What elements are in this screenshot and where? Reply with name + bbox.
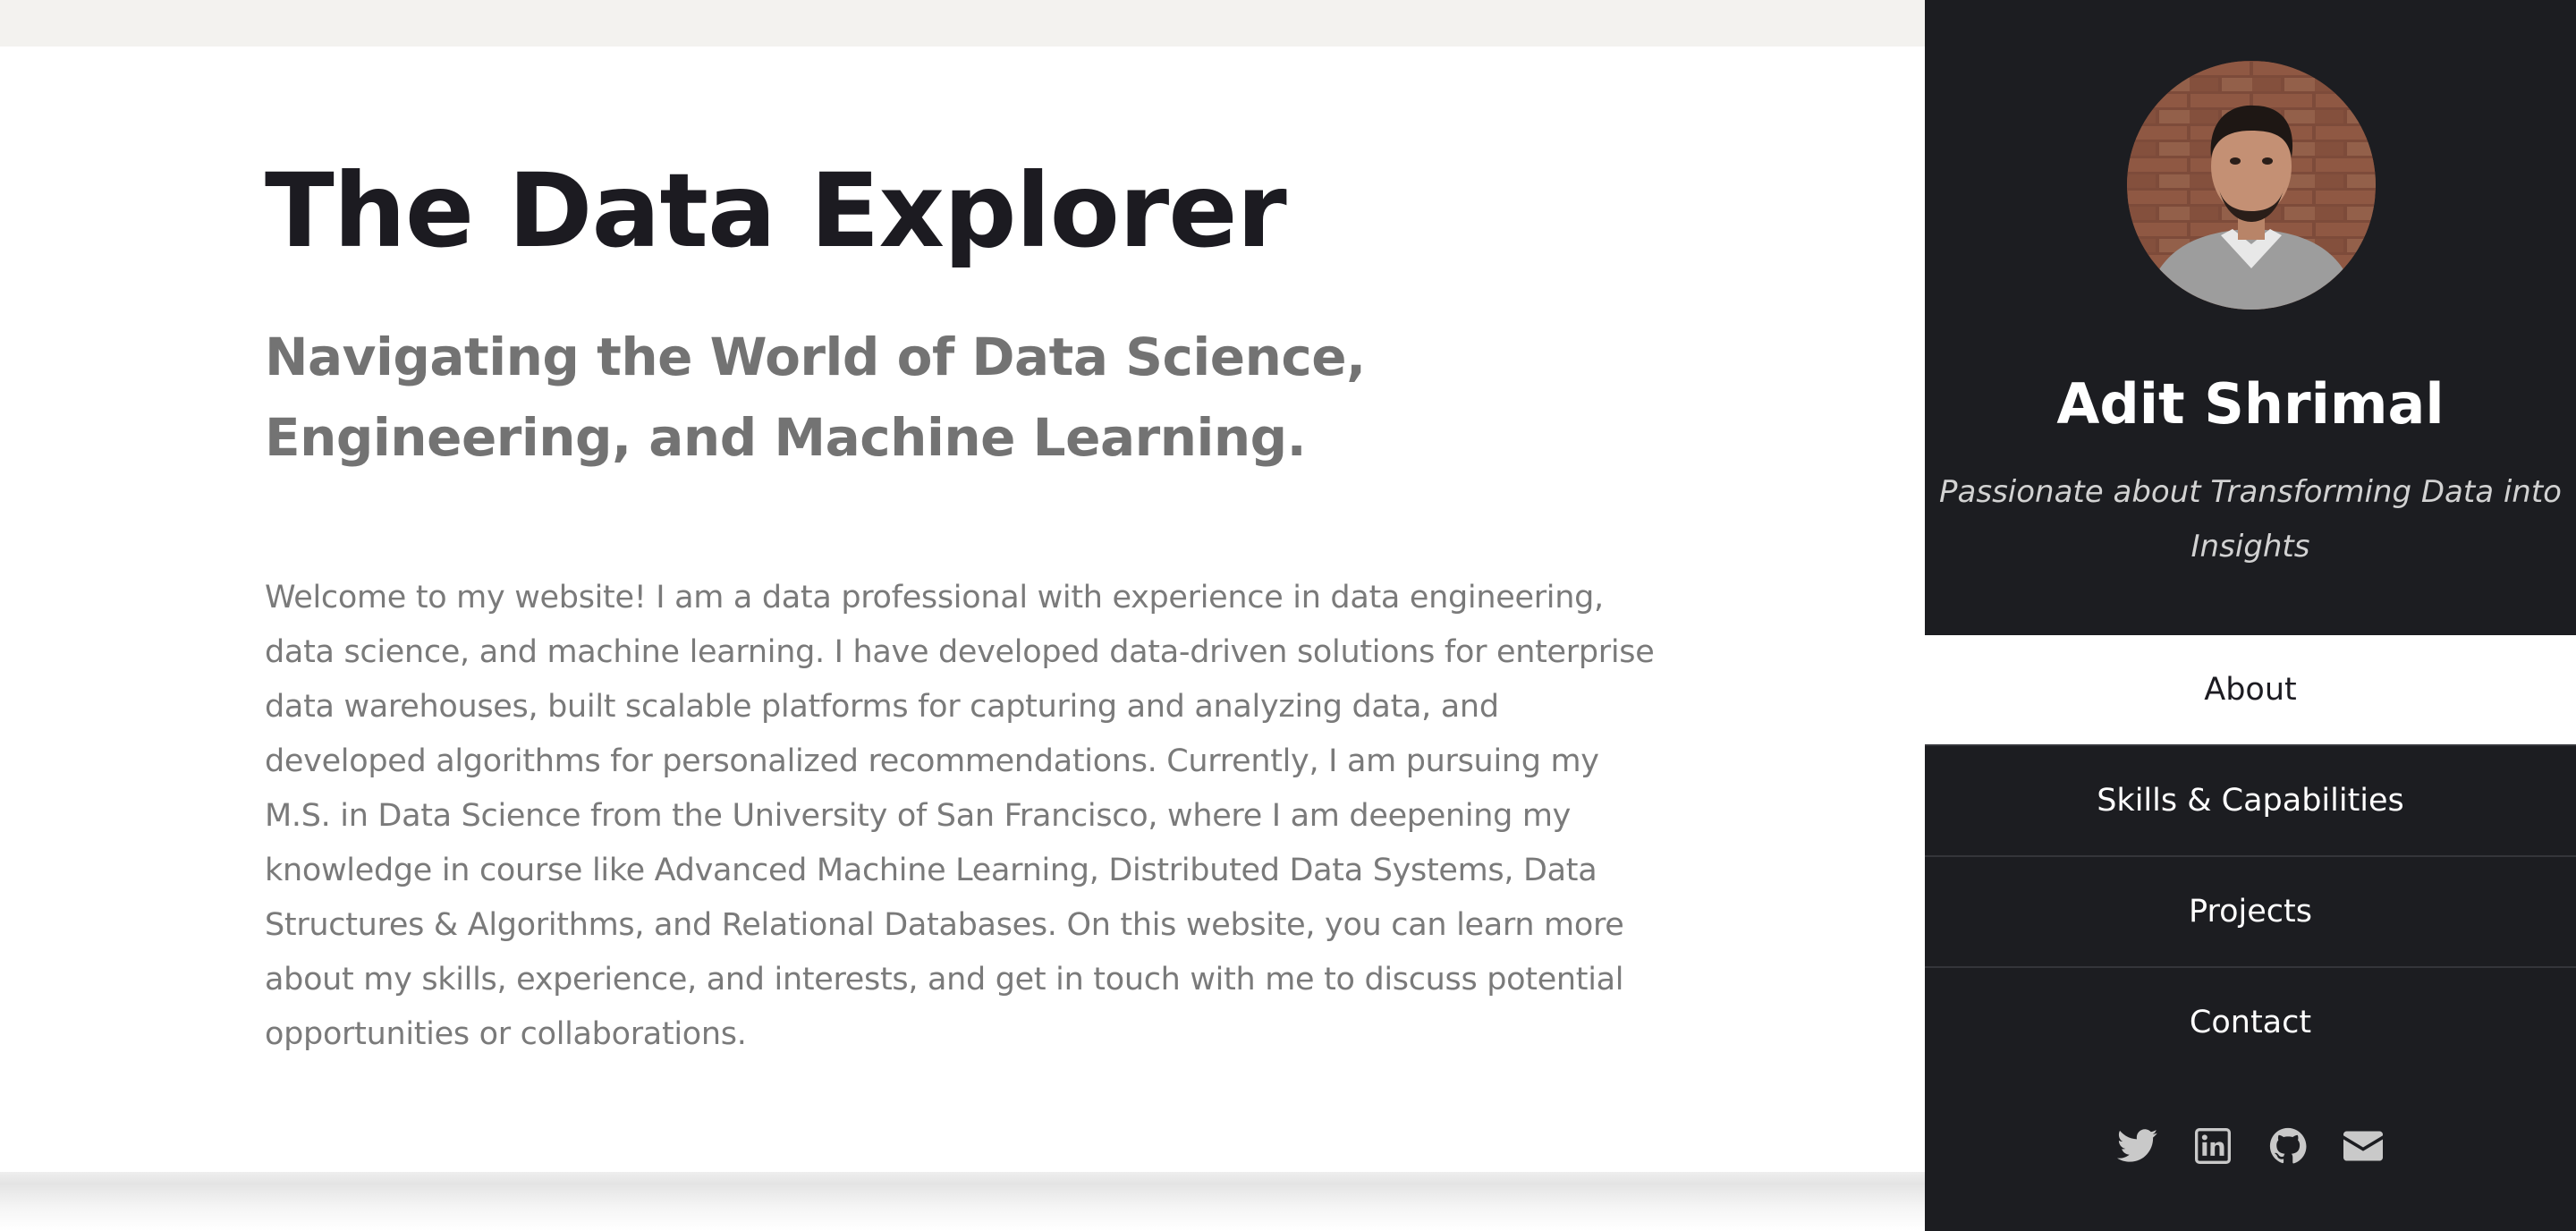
page: The Data Explorer Navigating the World o… (0, 0, 2576, 1231)
social-links (1925, 1125, 2576, 1167)
sidebar: Adit Shrimal Passionate about Transformi… (1925, 0, 2576, 1231)
site-title: The Data Explorer (265, 151, 1287, 270)
nav-item-about[interactable]: About (1925, 635, 2576, 746)
avatar-photo (2127, 61, 2376, 310)
content-area: The Data Explorer Navigating the World o… (265, 150, 1660, 1062)
github-icon[interactable] (2267, 1125, 2309, 1167)
linkedin-icon[interactable] (2192, 1125, 2233, 1167)
profile-tagline: Passionate about Transforming Data into … (1939, 474, 2562, 565)
email-icon[interactable] (2343, 1125, 2384, 1167)
nav-item-contact[interactable]: Contact (1925, 968, 2576, 1077)
site-tagline: Navigating the World of Data Science, En… (265, 327, 1366, 468)
twitter-icon[interactable] (2117, 1125, 2158, 1167)
avatar (2127, 61, 2376, 310)
sidebar-nav: About Skills & Capabilities Projects Con… (1925, 635, 2576, 1077)
bottom-strip (0, 1172, 1925, 1231)
intro-paragraph: Welcome to my website! I am a data profe… (265, 580, 1655, 1052)
profile-name: Adit Shrimal (2056, 371, 2445, 437)
nav-item-projects[interactable]: Projects (1925, 857, 2576, 968)
top-strip (0, 0, 1925, 47)
nav-item-skills[interactable]: Skills & Capabilities (1925, 746, 2576, 857)
